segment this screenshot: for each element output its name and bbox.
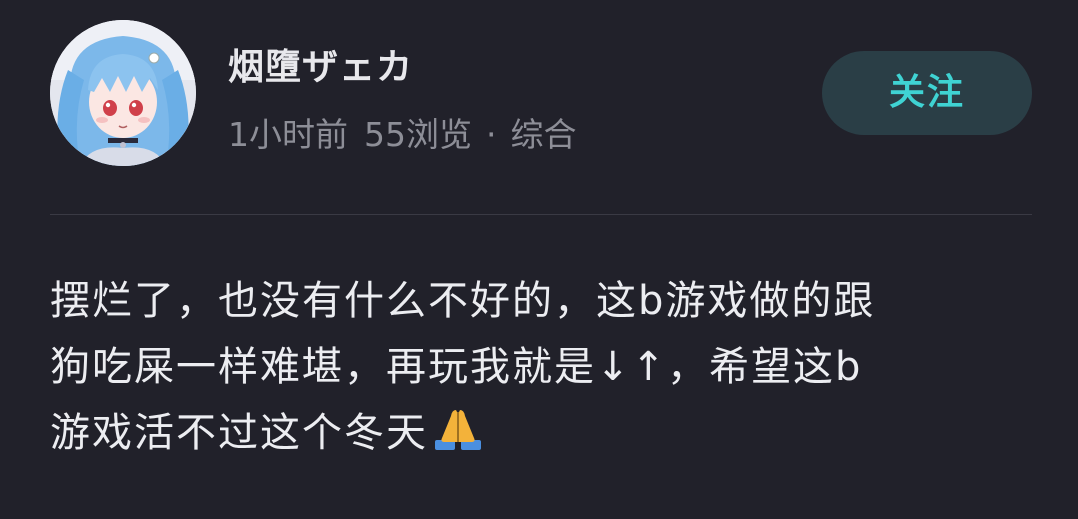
author-avatar[interactable]: [50, 20, 196, 166]
post-line-3: 游戏活不过这个冬天: [50, 410, 428, 456]
post-detail-page: 烟墮ザェカ 1小时前 55浏览 · 综合 关注 摆烂了，也没有什么不好的，这b游戏做的…: [0, 0, 1078, 519]
meta-separator: ·: [486, 115, 497, 154]
folded-hands-icon: [432, 406, 484, 472]
post-category[interactable]: 综合: [511, 108, 577, 156]
follow-button[interactable]: 关注: [822, 51, 1032, 135]
divider: [50, 214, 1032, 215]
post-line-1: 摆烂了，也没有什么不好的，这b游戏做的跟: [50, 278, 876, 324]
author-name[interactable]: 烟墮ザェカ: [228, 38, 413, 90]
view-count: 55浏览: [364, 115, 472, 154]
anime-avatar-icon: [50, 20, 196, 166]
post-line-2: 狗吃屎一样难堪，再玩我就是↓↑，希望这b: [50, 344, 863, 390]
post-content: 摆烂了，也没有什么不好的，这b游戏做的跟 狗吃屎一样难堪，再玩我就是↓↑，希望这…: [50, 268, 1040, 472]
post-line-3-wrap: 游戏活不过这个冬天: [50, 400, 1040, 472]
post-time: 1小时前: [228, 115, 348, 154]
post-meta: 1小时前 55浏览 · 综合: [228, 108, 577, 156]
